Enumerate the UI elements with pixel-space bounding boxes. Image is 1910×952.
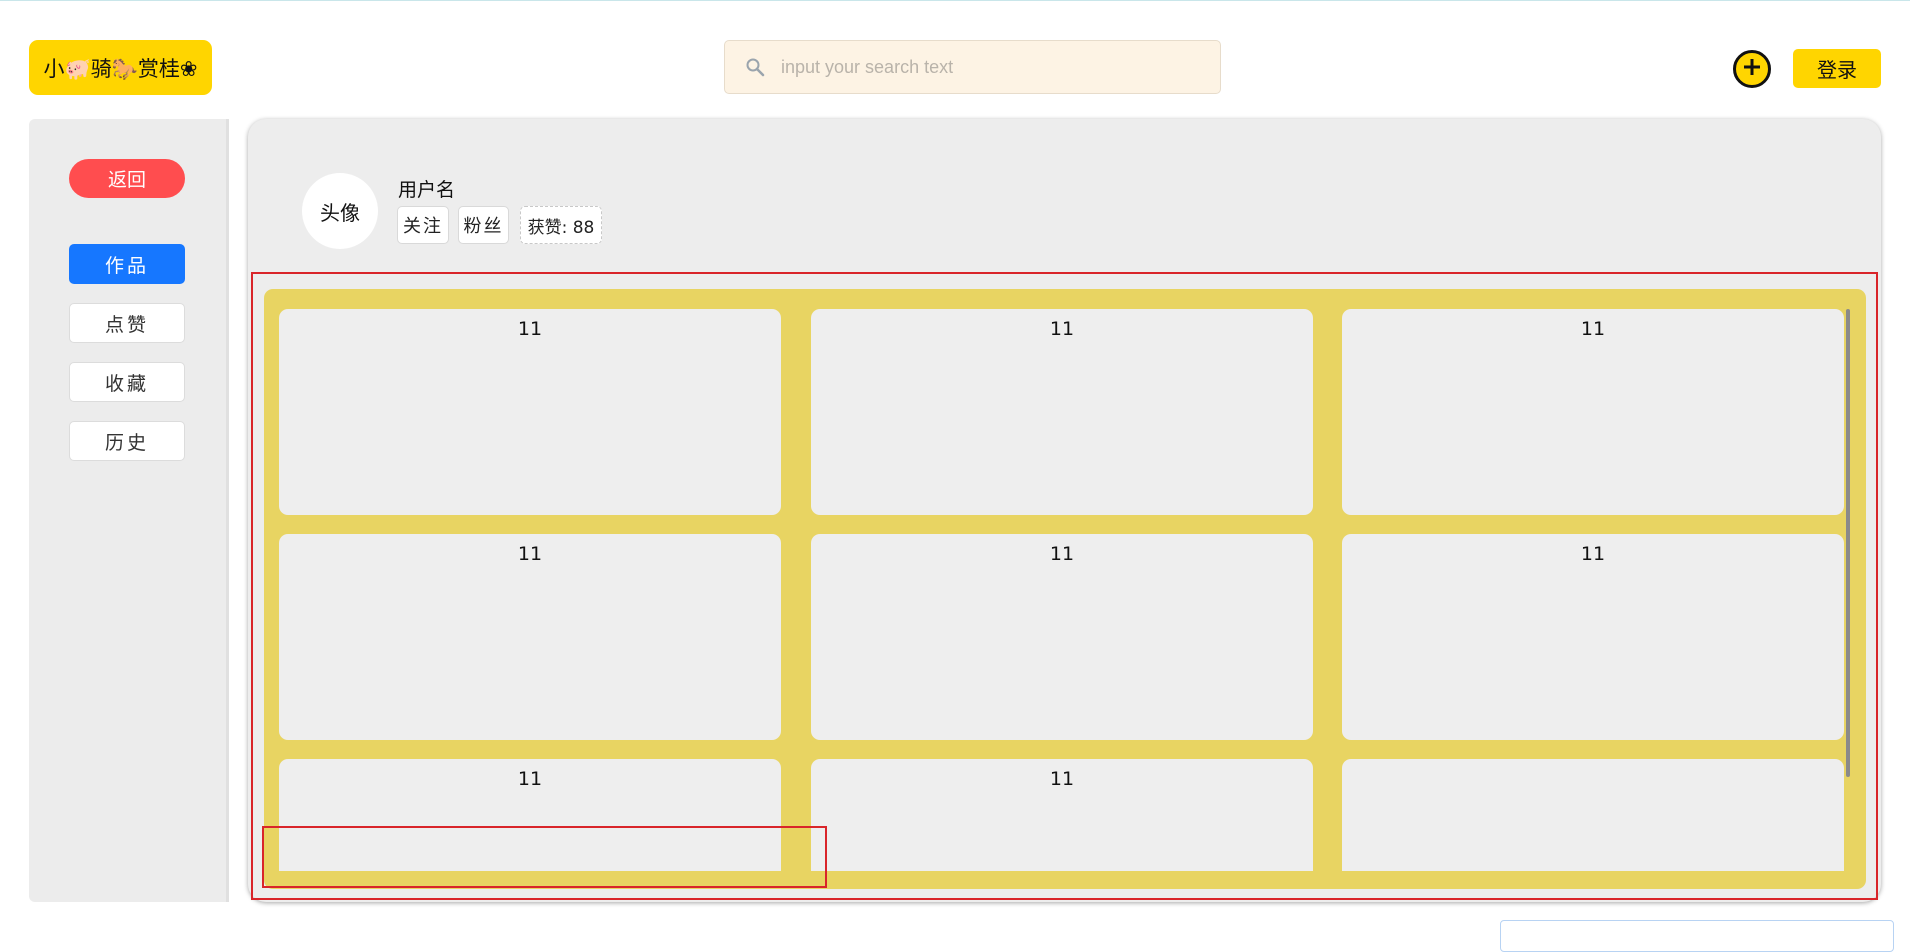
back-button[interactable]: 返回 — [69, 159, 185, 198]
works-grid: 11 11 11 11 11 11 11 11 — [264, 289, 1866, 889]
username: 用户名 — [398, 179, 456, 201]
sidebar-divider — [226, 119, 229, 902]
work-card-title: 11 — [517, 318, 543, 340]
add-post-button[interactable] — [1733, 50, 1771, 88]
work-card[interactable]: 11 — [279, 309, 781, 515]
work-card[interactable]: 11 — [1342, 534, 1844, 740]
likes-count-badge: 获赞: 88 — [520, 206, 602, 244]
fans-button[interactable]: 粉丝 — [458, 206, 509, 244]
plus-icon — [1741, 56, 1763, 82]
search-icon — [745, 56, 767, 78]
highlight-box — [262, 826, 827, 888]
site-logo[interactable]: 小🐖骑🐎赏桂❀ — [29, 40, 212, 95]
search-input[interactable] — [779, 55, 1183, 79]
sidebar-item-works[interactable]: 作品 — [69, 244, 185, 284]
sidebar-item-likes[interactable]: 点赞 — [69, 303, 185, 343]
work-card[interactable] — [1342, 759, 1844, 871]
login-button[interactable]: 登录 — [1793, 49, 1881, 88]
work-card-title: 11 — [1580, 318, 1606, 340]
avatar[interactable]: 头像 — [302, 173, 378, 249]
sidebar-item-favorites[interactable]: 收藏 — [69, 362, 185, 402]
work-card[interactable]: 11 — [811, 309, 1313, 515]
work-card[interactable]: 11 — [811, 534, 1313, 740]
work-card-title: 11 — [1049, 543, 1075, 565]
work-card-title: 11 — [1049, 768, 1075, 790]
follow-button[interactable]: 关注 — [397, 206, 449, 244]
work-card-title: 11 — [1049, 318, 1075, 340]
work-card-title: 11 — [1580, 543, 1606, 565]
work-card[interactable]: 11 — [279, 534, 781, 740]
sidebar-item-history[interactable]: 历史 — [69, 421, 185, 461]
works-scrollbar[interactable] — [1846, 309, 1850, 777]
search-bar[interactable] — [724, 40, 1221, 94]
sidebar: 返回 作品 点赞 收藏 历史 — [29, 119, 228, 902]
work-card-title: 11 — [517, 543, 543, 565]
work-card[interactable]: 11 — [811, 759, 1313, 871]
work-card[interactable]: 11 — [1342, 309, 1844, 515]
window-top-edge — [0, 0, 1910, 1]
bottom-popup-panel — [1500, 920, 1894, 952]
